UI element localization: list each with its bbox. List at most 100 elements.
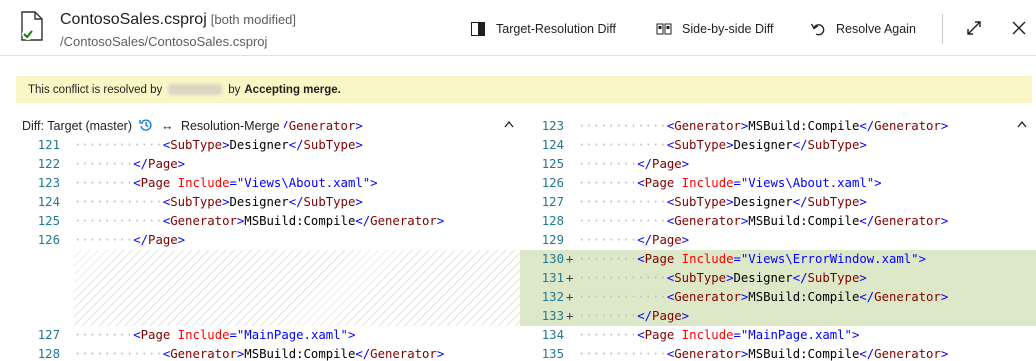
code-line: 127 ········<Page Include="MainPage.xaml"…	[16, 326, 520, 345]
file-path: /ContosoSales/ContosoSales.csproj	[60, 34, 268, 49]
code-token: Generator	[170, 347, 237, 361]
code-token: </	[792, 138, 808, 152]
code-token: </	[288, 195, 304, 209]
code-token: >	[874, 176, 882, 190]
code-token: >	[370, 176, 378, 190]
code-line: 125 ········</Page>	[520, 155, 1036, 174]
added-marker: +	[566, 290, 574, 304]
code-token: </	[288, 138, 304, 152]
code-token: =	[733, 328, 741, 342]
whitespace-dots: ········	[578, 328, 638, 342]
target-resolution-diff-button[interactable]: Target-Resolution Diff	[470, 18, 616, 40]
line-number: 123	[541, 119, 564, 133]
code-text: ········<Page Include="Views\ErrorWindow…	[578, 250, 926, 269]
code-token: Include	[681, 252, 734, 266]
code-token: =	[733, 252, 741, 266]
code-line: 125 ············<Generator>MSBuild:Compil…	[16, 212, 520, 231]
diff-label: Diff:	[22, 119, 44, 133]
code-token: MSBuild:Compile	[244, 347, 356, 361]
code-token: >	[918, 252, 926, 266]
banner-prefix: This conflict is resolved by	[28, 83, 163, 96]
code-token: SubType	[303, 138, 356, 152]
code-text: ········<Page Include="MainPage.xaml">	[74, 326, 355, 345]
code-text: ············<Generator>MSBuild:Compile</…	[74, 212, 444, 231]
code-line: 128 ············<Generator>MSBuild:Compil…	[520, 212, 1036, 231]
code-text: ········<Page Include="MainPage.xaml">	[578, 326, 859, 345]
code-text: ············<SubType>Designer</SubType>	[74, 193, 363, 212]
code-token: <	[637, 176, 645, 190]
code-text: ············<SubType>Designer</SubType>	[578, 136, 867, 155]
code-token: "Views\About.xaml"	[236, 176, 371, 190]
target-pane[interactable]: Diff: Target (master) ↔ Resolution-Merge…	[16, 117, 520, 361]
code-token: >	[177, 233, 186, 247]
line-number: 124	[37, 195, 60, 209]
code-line: 132 + ············<Generator>MSBuild:Compi…	[520, 288, 1036, 307]
redacted-user-name	[168, 84, 223, 95]
code-token: MSBuild:Compile	[748, 347, 860, 361]
code-token: MSBuild:Compile	[748, 119, 860, 133]
code-token: >	[355, 195, 363, 209]
line-number: 126	[541, 176, 564, 190]
code-token: "MainPage.xaml"	[740, 328, 852, 342]
code-token: Generator	[874, 119, 941, 133]
undo-icon	[810, 23, 825, 36]
target-resolution-diff-label: Target-Resolution Diff	[496, 22, 616, 36]
code-text: ········</Page>	[74, 231, 185, 250]
code-token: Generator	[674, 347, 741, 361]
side-by-side-diff-label: Side-by-side Diff	[682, 22, 774, 36]
code-token: >	[681, 309, 690, 323]
code-token: >	[851, 328, 860, 342]
banner-by: by	[228, 83, 241, 96]
code-line: 133 + ········</Page>	[520, 307, 1036, 326]
code-token: MSBuild:Compile	[748, 214, 860, 228]
code-token: SubType	[674, 138, 727, 152]
code-token: Generator	[874, 347, 941, 361]
code-text: ········</Page>	[578, 231, 689, 250]
code-token: </	[792, 271, 808, 285]
code-token: >	[681, 233, 690, 247]
code-token: =	[229, 328, 237, 342]
inline-diff-icon	[471, 22, 485, 36]
file-name: ContosoSales.csproj	[60, 11, 207, 28]
line-number: 124	[541, 138, 564, 152]
resolution-pane[interactable]: 123 ············<Generator>MSBuild:Compil…	[520, 117, 1036, 361]
added-marker: +	[566, 271, 574, 285]
code-token: Include	[681, 176, 734, 190]
banner-resolution: Accepting merge.	[244, 83, 341, 96]
diff-target: Target (master)	[47, 119, 132, 133]
expand-icon[interactable]	[966, 20, 982, 36]
code-token: </	[133, 157, 149, 171]
code-token: Include	[177, 328, 230, 342]
code-text: ············<Generator>MSBuild:Compile</…	[578, 288, 948, 307]
code-token: </	[859, 119, 875, 133]
code-token: "Views\About.xaml"	[740, 176, 875, 190]
whitespace-dots: ········	[74, 233, 134, 247]
code-token: </	[859, 347, 875, 361]
code-line: 129 ········</Page>	[520, 231, 1036, 250]
code-token: >	[177, 157, 186, 171]
close-icon[interactable]	[1011, 20, 1027, 36]
whitespace-dots: ············	[578, 195, 667, 209]
missing-lines-placeholder	[74, 250, 520, 326]
whitespace-dots: ············	[578, 290, 667, 304]
code-token: Generator	[874, 290, 941, 304]
code-token: </	[637, 157, 653, 171]
whitespace-dots: ············	[578, 119, 667, 133]
code-line: 134 ········<Page Include="MainPage.xaml"…	[520, 326, 1036, 345]
whitespace-dots: ········	[578, 157, 638, 171]
line-number: 125	[37, 214, 60, 228]
whitespace-dots: ········	[74, 157, 134, 171]
code-token: Generator	[674, 290, 741, 304]
code-token: Designer	[229, 195, 289, 209]
history-icon[interactable]	[139, 118, 153, 132]
whitespace-dots: ········	[74, 328, 134, 342]
code-token: >	[436, 214, 445, 228]
resolve-again-button[interactable]: Resolve Again	[810, 18, 916, 40]
added-marker: +	[566, 252, 574, 266]
code-text: ········<Page Include="Views\About.xaml"…	[578, 174, 882, 193]
code-token: "Views\ErrorWindow.xaml"	[740, 252, 919, 266]
side-by-side-diff-button[interactable]: Side-by-side Diff	[656, 18, 773, 40]
code-token: >	[436, 347, 445, 361]
code-token: SubType	[807, 138, 860, 152]
